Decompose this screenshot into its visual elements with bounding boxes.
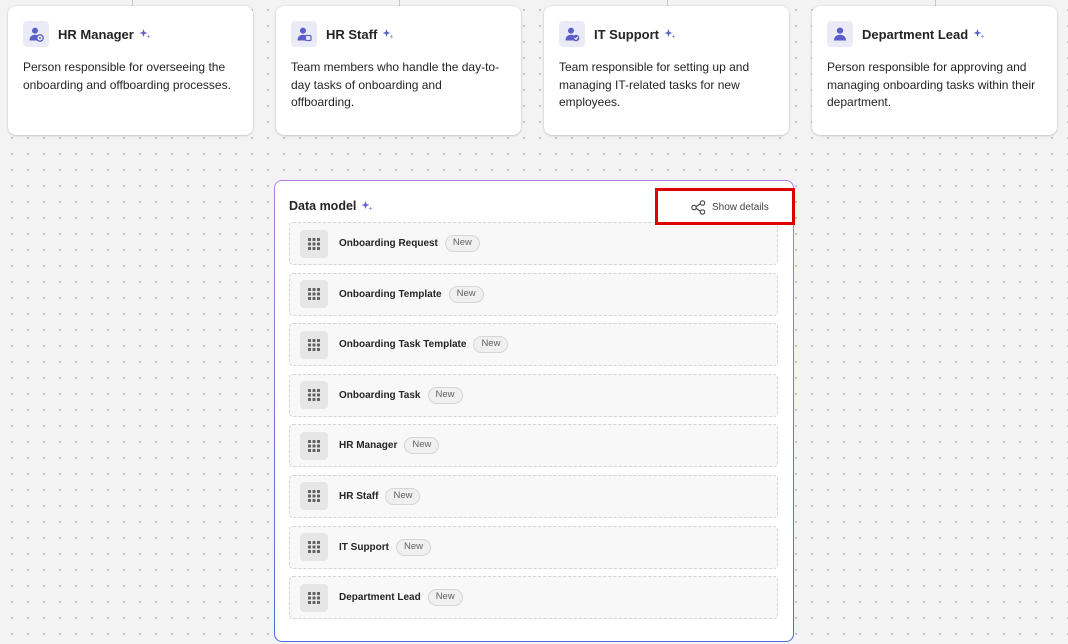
sparkle-icon xyxy=(139,28,151,40)
role-card-it-support[interactable]: IT Support Team responsible for setting … xyxy=(544,6,789,135)
role-card-hr-manager[interactable]: HR Manager Person responsible for overse… xyxy=(8,6,253,135)
entity-name: Onboarding Task Template xyxy=(339,339,467,351)
entity-row[interactable]: IT Support New xyxy=(289,525,778,569)
role-description: Person responsible for overseeing the on… xyxy=(23,60,231,92)
role-card-hr-staff[interactable]: HR Staff Team members who handle the day… xyxy=(276,6,521,135)
sparkle-icon xyxy=(361,200,373,212)
entity-list: Onboarding Request New Onboarding Templa… xyxy=(289,222,778,627)
entity-name: Onboarding Request xyxy=(339,238,438,249)
role-title: Department Lead xyxy=(862,26,969,42)
table-icon xyxy=(300,280,328,309)
role-description: Team members who handle the day-to-day t… xyxy=(291,60,500,109)
data-model-panel: Data model Show details Onboarding Reque… xyxy=(274,180,794,642)
table-icon xyxy=(300,583,328,612)
entity-name: Department Lead xyxy=(339,592,421,604)
new-badge: New xyxy=(427,589,463,607)
entity-name: Onboarding Template xyxy=(339,288,442,300)
entity-row[interactable]: HR Manager New xyxy=(289,424,778,468)
new-badge: New xyxy=(385,487,421,505)
new-badge: New xyxy=(473,336,509,354)
entity-name: Onboarding Task xyxy=(339,389,421,401)
new-badge: New xyxy=(444,235,480,252)
role-description: Team responsible for setting up and mana… xyxy=(559,60,750,109)
new-badge: New xyxy=(396,538,432,556)
role-description: Person responsible for approving and man… xyxy=(827,60,1036,109)
relationship-icon xyxy=(691,200,706,215)
person-settings-icon xyxy=(23,21,49,47)
entity-row[interactable]: Onboarding Task Template New xyxy=(289,323,778,367)
entity-name: HR Manager xyxy=(339,440,398,452)
role-title: IT Support xyxy=(594,26,659,42)
table-icon xyxy=(300,381,328,410)
person-badge-icon xyxy=(291,21,317,47)
role-title: HR Staff xyxy=(326,26,378,42)
sparkle-icon xyxy=(973,28,985,40)
table-icon xyxy=(300,330,328,359)
entity-row[interactable]: Onboarding Request New xyxy=(289,222,778,265)
new-badge: New xyxy=(427,386,463,404)
new-badge: New xyxy=(448,285,484,303)
table-icon xyxy=(300,533,328,562)
person-icon xyxy=(827,21,853,47)
show-details-button[interactable]: Show details xyxy=(691,199,769,216)
new-badge: New xyxy=(404,437,440,455)
role-card-department-lead[interactable]: Department Lead Person responsible for a… xyxy=(812,6,1057,135)
data-model-title: Data model xyxy=(289,199,373,213)
show-details-label: Show details xyxy=(712,202,769,213)
entity-row[interactable]: Department Lead New xyxy=(289,576,778,620)
entity-row[interactable]: Onboarding Template New xyxy=(289,272,778,316)
entity-row[interactable]: Onboarding Task New xyxy=(289,373,778,417)
data-model-title-text: Data model xyxy=(289,199,357,213)
sparkle-icon xyxy=(664,28,676,40)
role-title: HR Manager xyxy=(58,26,134,42)
entity-row[interactable]: HR Staff New xyxy=(289,474,778,518)
table-icon xyxy=(300,482,328,511)
person-support-icon xyxy=(559,21,585,47)
entity-name: HR Staff xyxy=(339,490,379,502)
table-icon xyxy=(300,229,328,258)
table-icon xyxy=(300,431,328,460)
sparkle-icon xyxy=(382,28,394,40)
entity-name: IT Support xyxy=(339,541,389,553)
